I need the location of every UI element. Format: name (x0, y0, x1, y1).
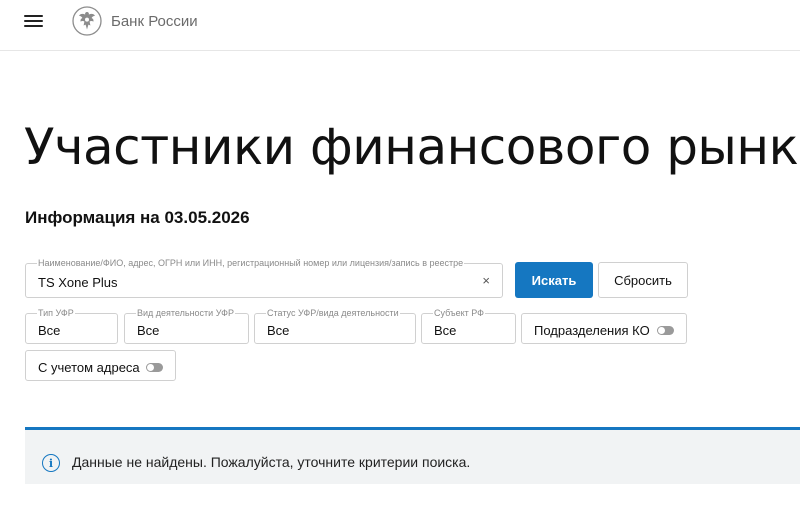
burger-line (24, 20, 43, 22)
burger-line (24, 15, 43, 17)
hamburger-menu-icon[interactable] (24, 13, 44, 29)
search-value: TS Xone Plus (38, 275, 118, 290)
logo-text: Банк России (111, 12, 198, 30)
toggle-switch-icon[interactable] (657, 326, 674, 335)
eagle-emblem-icon (72, 6, 102, 36)
search-label: Наименование/ФИО, адрес, ОГРН или ИНН, р… (37, 258, 465, 269)
filter-label: Тип УФР (37, 308, 75, 319)
burger-line (24, 25, 43, 27)
no-results-alert: i Данные не найдены. Пожалуйста, уточнит… (25, 427, 800, 484)
alert-text: Данные не найдены. Пожалуйста, уточните … (72, 454, 471, 470)
reset-button[interactable]: Сбросить (598, 262, 688, 298)
toggle-switch-icon[interactable] (146, 363, 163, 372)
site-header: Банк России (0, 0, 800, 51)
filter-value: Все (137, 323, 160, 338)
filter-status[interactable]: Статус УФР/вида деятельности Все (254, 308, 416, 344)
clear-icon[interactable]: × (482, 273, 490, 288)
toggle-label: С учетом адреса (38, 360, 140, 375)
search-input[interactable]: Наименование/ФИО, адрес, ОГРН или ИНН, р… (25, 258, 503, 298)
toggle-subdivisions[interactable]: Подразделения КО (521, 313, 687, 344)
filter-value: Все (434, 323, 457, 338)
search-button[interactable]: Искать (515, 262, 593, 298)
filter-ufr-type[interactable]: Тип УФР Все (25, 308, 118, 344)
toggle-address[interactable]: С учетом адреса (25, 350, 176, 381)
filter-label: Субъект РФ (433, 308, 485, 319)
filter-label: Статус УФР/вида деятельности (266, 308, 400, 319)
bank-logo[interactable]: Банк России (72, 6, 198, 36)
filter-region[interactable]: Субъект РФ Все (421, 308, 516, 344)
filter-value: Все (38, 323, 61, 338)
toggle-label: Подразделения КО (534, 323, 650, 338)
filter-value: Все (267, 323, 290, 338)
filter-label: Вид деятельности УФР (136, 308, 235, 319)
filter-activity-type[interactable]: Вид деятельности УФР Все (124, 308, 249, 344)
info-date: Информация на 03.05.2026 (25, 208, 250, 227)
info-icon: i (42, 454, 60, 472)
page-title: Участники финансового рынка (24, 118, 800, 176)
